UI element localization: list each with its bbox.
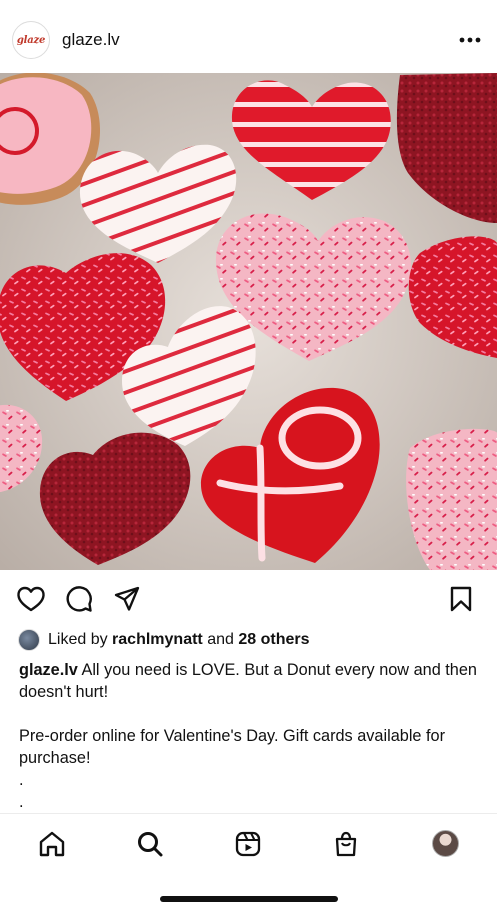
caption-line-2: Pre-order online for Valentine's Day. Gi… bbox=[19, 727, 446, 767]
liker-username[interactable]: rachlmynatt bbox=[112, 631, 203, 649]
search-icon[interactable] bbox=[134, 828, 166, 860]
post-header: glaze glaze.lv bbox=[0, 0, 497, 78]
send-icon[interactable] bbox=[112, 584, 142, 614]
donuts-illustration bbox=[0, 73, 497, 570]
post-caption: glaze.lv All you need is LOVE. But a Don… bbox=[19, 659, 484, 813]
caption-line-1: All you need is LOVE. But a Donut every … bbox=[19, 661, 477, 701]
profile-avatar[interactable] bbox=[432, 830, 459, 857]
caption-dot-1: . bbox=[19, 771, 24, 789]
account-avatar[interactable]: glaze bbox=[12, 21, 50, 59]
more-options-icon[interactable] bbox=[458, 28, 482, 52]
comment-icon[interactable] bbox=[64, 584, 94, 614]
like-heart-icon[interactable] bbox=[16, 584, 46, 614]
liker-avatar bbox=[18, 629, 40, 651]
likes-others-count[interactable]: 28 others bbox=[238, 631, 309, 649]
glaze-logo: glaze bbox=[16, 34, 46, 46]
home-icon[interactable] bbox=[36, 828, 68, 860]
account-username[interactable]: glaze.lv bbox=[62, 30, 120, 50]
reels-icon[interactable] bbox=[232, 828, 264, 860]
likes-prefix: Liked by bbox=[48, 631, 108, 648]
post-actions bbox=[0, 580, 497, 620]
shop-bag-icon[interactable] bbox=[330, 828, 362, 860]
likes-summary[interactable]: Liked by rachlmynatt and 28 others bbox=[18, 628, 310, 652]
post-image[interactable] bbox=[0, 73, 497, 570]
bookmark-icon[interactable] bbox=[446, 584, 476, 614]
caption-dot-2: . bbox=[19, 793, 24, 811]
caption-username[interactable]: glaze.lv bbox=[19, 661, 78, 679]
likes-connector: and bbox=[207, 631, 234, 648]
bottom-tab-bar bbox=[0, 813, 497, 873]
home-indicator[interactable] bbox=[160, 896, 338, 902]
